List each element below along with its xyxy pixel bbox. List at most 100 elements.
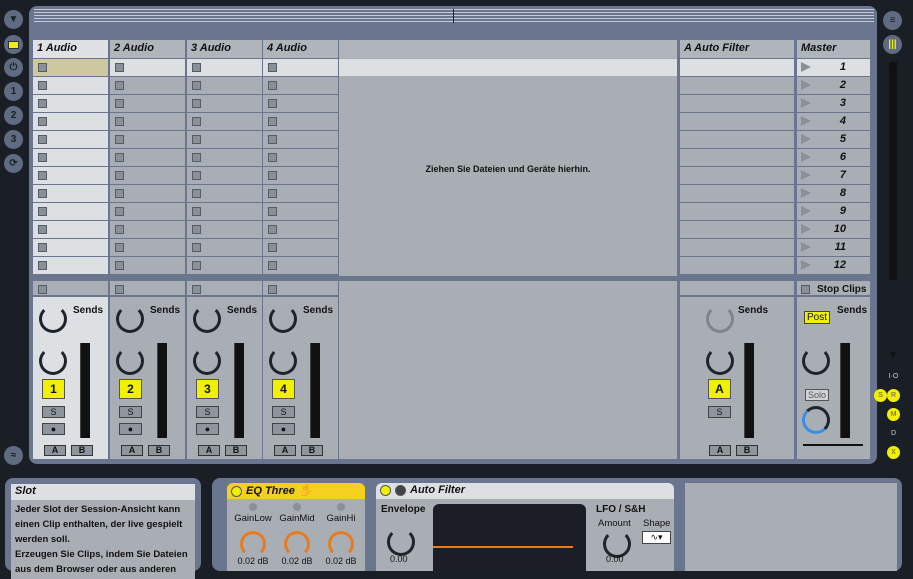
stop-button-icon[interactable] bbox=[268, 117, 277, 126]
stop-button-icon[interactable] bbox=[38, 225, 47, 234]
return-clip-slot[interactable] bbox=[680, 95, 794, 112]
solo-button[interactable]: S bbox=[708, 406, 731, 418]
stop-button-icon[interactable] bbox=[268, 171, 277, 180]
session-view-icon[interactable] bbox=[4, 35, 23, 54]
stop-button-icon[interactable] bbox=[268, 81, 277, 90]
sync-icon[interactable]: ⟳ bbox=[4, 154, 23, 173]
crossfade-a-button[interactable]: A bbox=[274, 445, 296, 456]
clip-slot[interactable] bbox=[187, 59, 262, 76]
device-fold-icon[interactable] bbox=[395, 484, 406, 496]
pan-knob[interactable] bbox=[39, 347, 67, 375]
mixer-io-toggle[interactable]: I·O bbox=[887, 370, 900, 383]
mixer-sends-toggle[interactable]: S bbox=[874, 389, 887, 402]
stop-button-icon[interactable] bbox=[38, 153, 47, 162]
device-power-icon[interactable] bbox=[380, 484, 391, 496]
play-icon[interactable] bbox=[801, 80, 811, 90]
stop-button-icon[interactable] bbox=[192, 135, 201, 144]
play-icon[interactable] bbox=[801, 206, 811, 216]
return-clip-slot[interactable] bbox=[680, 167, 794, 184]
kill-button-icon[interactable] bbox=[293, 503, 301, 511]
scene-launch[interactable]: 8 bbox=[797, 185, 870, 202]
return-clip-slot[interactable] bbox=[680, 221, 794, 238]
stop-button-icon[interactable] bbox=[115, 135, 124, 144]
scene-launch[interactable]: 1 bbox=[797, 59, 870, 76]
track-activator-button[interactable]: 1 bbox=[42, 379, 65, 399]
clip-slot[interactable] bbox=[187, 239, 262, 256]
stop-button-icon[interactable] bbox=[192, 285, 201, 294]
volume-meter[interactable] bbox=[310, 343, 320, 438]
scene-launch[interactable]: 11 bbox=[797, 239, 870, 256]
scroll-up-icon[interactable]: ▲ bbox=[889, 62, 898, 72]
track-header[interactable]: 2 Audio bbox=[110, 40, 185, 58]
play-icon[interactable] bbox=[801, 170, 811, 180]
clip-slot[interactable] bbox=[187, 131, 262, 148]
clip-slot[interactable] bbox=[33, 221, 108, 238]
clip-slot[interactable] bbox=[263, 77, 338, 94]
play-icon[interactable] bbox=[801, 188, 811, 198]
clip-slot[interactable] bbox=[110, 149, 185, 166]
return-clip-slot[interactable] bbox=[680, 203, 794, 220]
track-activator-button[interactable]: 4 bbox=[272, 379, 295, 399]
master-pan-knob[interactable] bbox=[802, 347, 830, 375]
clip-slot[interactable] bbox=[110, 221, 185, 238]
scene-launch[interactable]: 5 bbox=[797, 131, 870, 148]
clip-slot[interactable] bbox=[263, 221, 338, 238]
envelope-knob[interactable] bbox=[387, 528, 415, 556]
pan-knob[interactable] bbox=[193, 347, 221, 375]
session-view-toggle-icon[interactable]: ||| bbox=[883, 35, 902, 54]
solo-button[interactable]: S bbox=[196, 406, 219, 418]
clip-slot[interactable] bbox=[33, 113, 108, 130]
send-knob[interactable] bbox=[706, 305, 734, 333]
track-activator-button[interactable]: 3 bbox=[196, 379, 219, 399]
folder-3-icon[interactable]: 3 bbox=[4, 130, 23, 149]
crossfader[interactable] bbox=[803, 444, 863, 446]
play-icon[interactable] bbox=[801, 98, 811, 108]
post-button[interactable]: Post bbox=[804, 311, 831, 324]
stop-button-icon[interactable] bbox=[268, 99, 277, 108]
clip-slot[interactable] bbox=[187, 113, 262, 130]
clip-slot[interactable] bbox=[110, 113, 185, 130]
stop-button-icon[interactable] bbox=[192, 117, 201, 126]
send-knob[interactable] bbox=[116, 305, 144, 333]
clip-slot[interactable] bbox=[187, 185, 262, 202]
scene-launch[interactable]: 3 bbox=[797, 95, 870, 112]
master-header[interactable]: Master bbox=[797, 40, 870, 58]
stop-button-icon[interactable] bbox=[192, 171, 201, 180]
stop-button-icon[interactable] bbox=[115, 189, 124, 198]
return-clip-slot[interactable] bbox=[680, 113, 794, 130]
track-header[interactable]: 4 Audio bbox=[263, 40, 338, 58]
gain-knob[interactable] bbox=[328, 531, 354, 557]
stop-button-icon[interactable] bbox=[268, 285, 277, 294]
hide-browser-icon[interactable]: ▼ bbox=[4, 10, 23, 29]
return-track-header[interactable]: A Auto Filter bbox=[680, 40, 794, 58]
clip-slot[interactable] bbox=[33, 77, 108, 94]
stop-button-icon[interactable] bbox=[268, 243, 277, 252]
clip-slot[interactable] bbox=[33, 257, 108, 274]
scene-launch[interactable]: 2 bbox=[797, 77, 870, 94]
clip-slot[interactable] bbox=[187, 95, 262, 112]
play-icon[interactable] bbox=[801, 62, 811, 72]
arrangement-view-icon[interactable]: ≡ bbox=[883, 11, 902, 30]
stop-button-icon[interactable] bbox=[268, 225, 277, 234]
scene-launch[interactable]: 9 bbox=[797, 203, 870, 220]
device-power-icon[interactable] bbox=[231, 485, 242, 497]
play-icon[interactable] bbox=[801, 260, 811, 270]
crossfade-b-button[interactable]: B bbox=[148, 445, 170, 456]
clip-slot[interactable] bbox=[33, 59, 108, 76]
clip-slot[interactable] bbox=[33, 167, 108, 184]
stop-button-icon[interactable] bbox=[192, 63, 201, 72]
mixer-mixer-toggle[interactable]: M bbox=[887, 408, 900, 421]
stop-button-icon[interactable] bbox=[38, 207, 47, 216]
kill-button-icon[interactable] bbox=[249, 503, 257, 511]
return-clip-slot[interactable] bbox=[680, 257, 794, 274]
play-icon[interactable] bbox=[801, 224, 811, 234]
crossfade-b-button[interactable]: B bbox=[225, 445, 247, 456]
stop-button-icon[interactable] bbox=[115, 207, 124, 216]
return-clip-slot[interactable] bbox=[680, 77, 794, 94]
stop-button-icon[interactable] bbox=[192, 81, 201, 90]
mixer-delay-toggle[interactable]: D bbox=[887, 427, 900, 440]
clip-slot[interactable] bbox=[33, 239, 108, 256]
arm-button[interactable]: ● bbox=[42, 423, 65, 435]
scene-launch[interactable]: 7 bbox=[797, 167, 870, 184]
stop-button-icon[interactable] bbox=[115, 171, 124, 180]
